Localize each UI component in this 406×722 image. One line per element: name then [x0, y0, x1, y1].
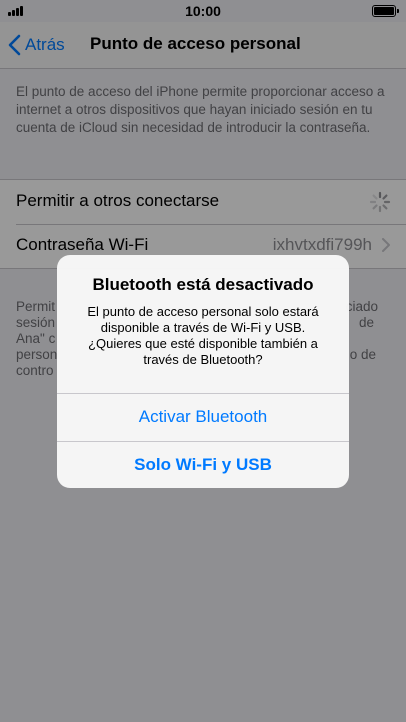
- wifi-usb-only-button[interactable]: Solo Wi-Fi y USB: [57, 442, 349, 488]
- alert-title: Bluetooth está desactivado: [92, 275, 314, 294]
- alert-message: El punto de acceso personal solo estará …: [87, 304, 319, 367]
- enable-bluetooth-button[interactable]: Activar Bluetooth: [57, 394, 349, 440]
- screen: 10:00 Atrás Punto de acceso personal El …: [0, 0, 406, 722]
- bluetooth-alert-dialog: Bluetooth está desactivado El punto de a…: [57, 255, 349, 488]
